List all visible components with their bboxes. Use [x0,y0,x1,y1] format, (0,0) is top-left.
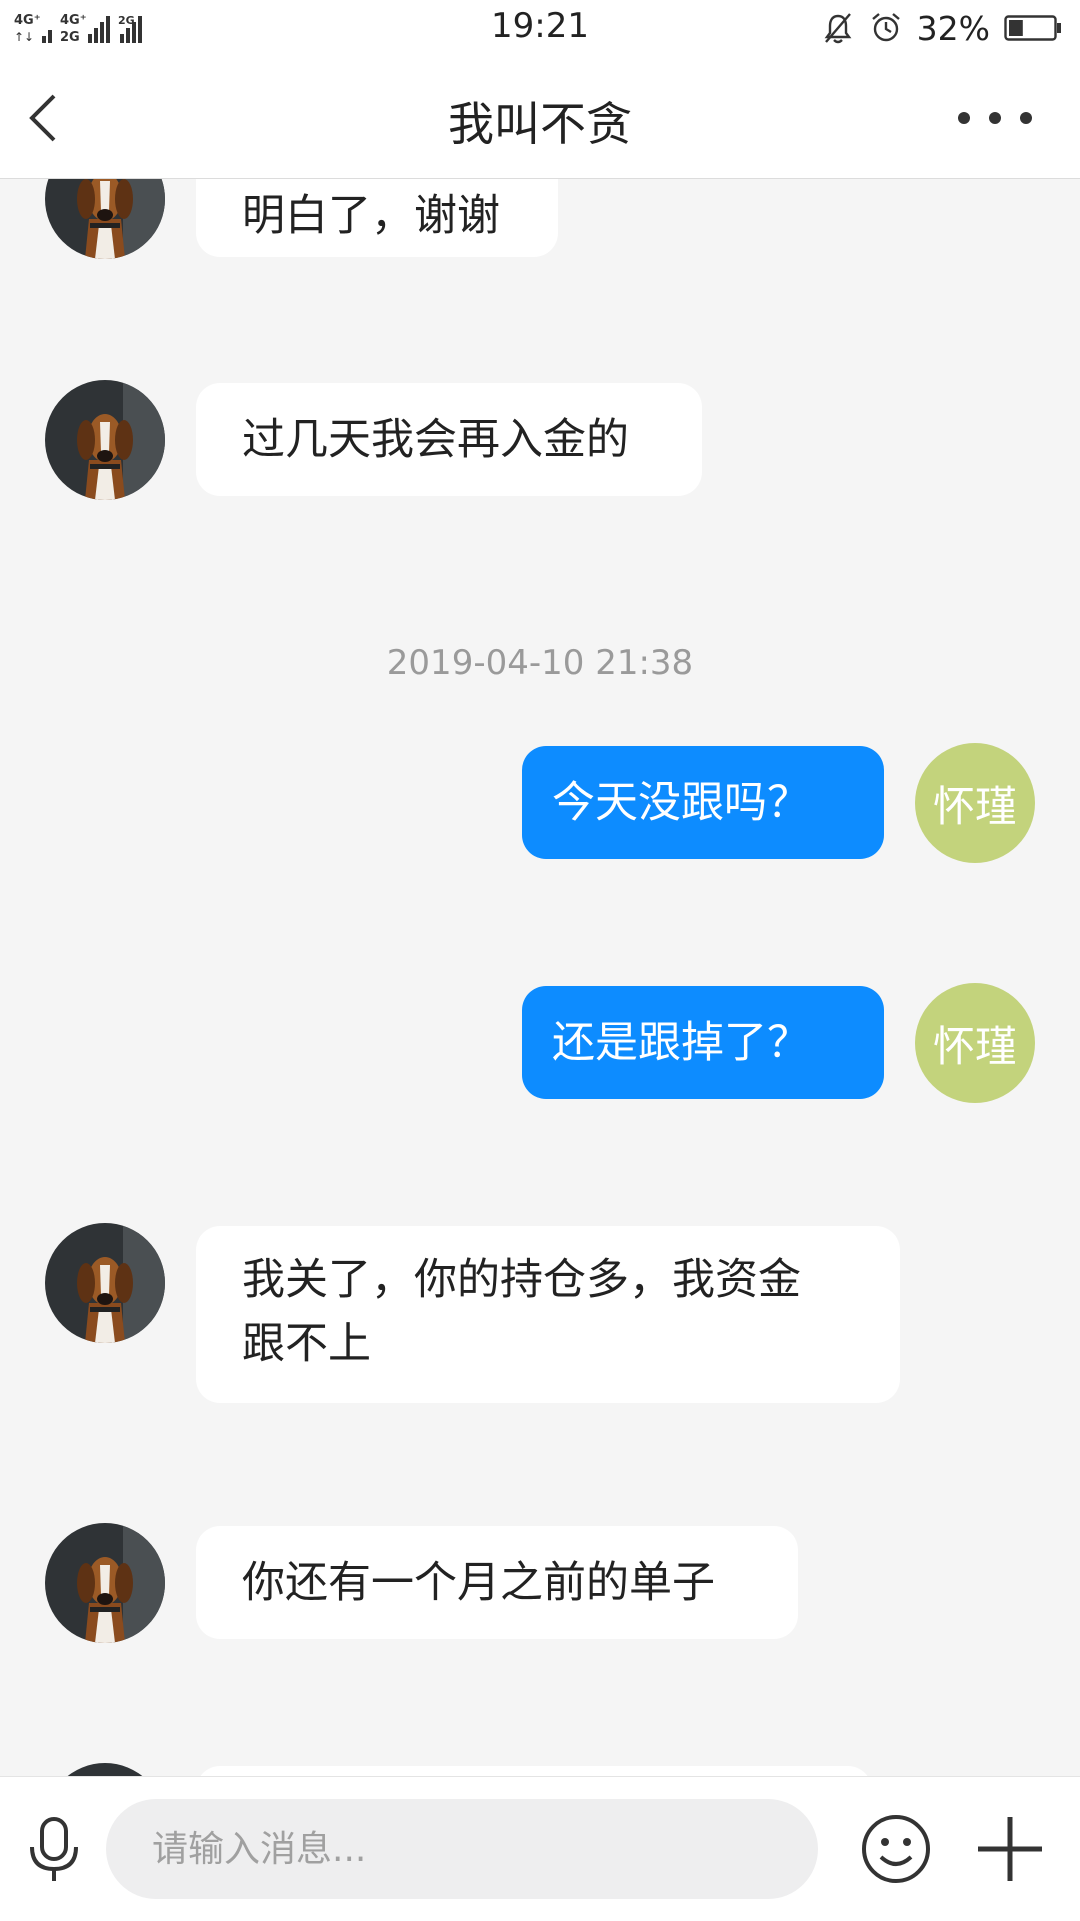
message-text: 明白了，谢谢 [242,191,500,241]
message-bubble-incoming[interactable] [196,1766,872,1776]
emoji-icon[interactable] [860,1813,932,1885]
message-bubble-incoming[interactable]: 你还有一个月之前的单子 [196,1526,798,1639]
microphone-icon[interactable] [24,1815,84,1885]
message-bubble-incoming[interactable]: 明白了，谢谢 [196,179,558,257]
chat-area[interactable]: 明白了，谢谢 过几天我会再入金的 2019-04-10 21:38 今天没跟吗？… [0,179,1080,1776]
battery-percent: 32% [916,8,990,48]
message-bubble-outgoing[interactable]: 还是跟掉了？ [522,986,884,1099]
my-avatar[interactable]: 怀瑾 [915,983,1035,1103]
avatar-text: 怀瑾 [932,1021,1017,1071]
dog-avatar-image [45,1763,165,1776]
contact-avatar[interactable] [45,1763,165,1776]
alarm-icon [871,13,900,42]
mute-bell-icon [824,13,852,44]
message-text: 今天没跟吗？ [552,777,810,828]
message-text: 你还有一个月之前的单子 [242,1557,715,1608]
dog-avatar-image [45,179,165,259]
battery-icon [1004,15,1061,41]
nav-bar: 我叫不贪 [0,58,1080,179]
message-input[interactable] [106,1799,818,1899]
dog-avatar-image [45,1223,165,1343]
message-bubble-incoming[interactable]: 过几天我会再入金的 [196,383,702,496]
dog-avatar-image [45,380,165,500]
contact-avatar[interactable] [45,380,165,500]
input-bar [0,1776,1080,1921]
avatar-text: 怀瑾 [932,781,1017,831]
my-avatar[interactable]: 怀瑾 [915,743,1035,863]
message-text: 还是跟掉了？ [552,1017,810,1068]
message-timestamp: 2019-04-10 21:38 [386,643,694,683]
contact-avatar[interactable] [45,179,165,259]
more-dots-icon[interactable] [950,100,1040,136]
contact-avatar[interactable] [45,1523,165,1643]
message-bubble-outgoing[interactable]: 今天没跟吗？ [522,746,884,859]
chat-title: 我叫不贪 [448,97,632,151]
message-text-line: 我关了，你的持仓多，我资金 [242,1255,801,1305]
message-text-line: 跟不上 [242,1319,371,1369]
message-text: 过几天我会再入金的 [242,414,629,465]
contact-avatar[interactable] [45,1223,165,1343]
plus-icon[interactable] [974,1813,1046,1885]
dog-avatar-image [45,1523,165,1643]
message-bubble-incoming[interactable]: 我关了，你的持仓多，我资金 跟不上 [196,1226,900,1403]
status-bar: 4G⁺ ↑↓ 4G⁺ 2G 2G 19:21 32% [0,0,1080,58]
